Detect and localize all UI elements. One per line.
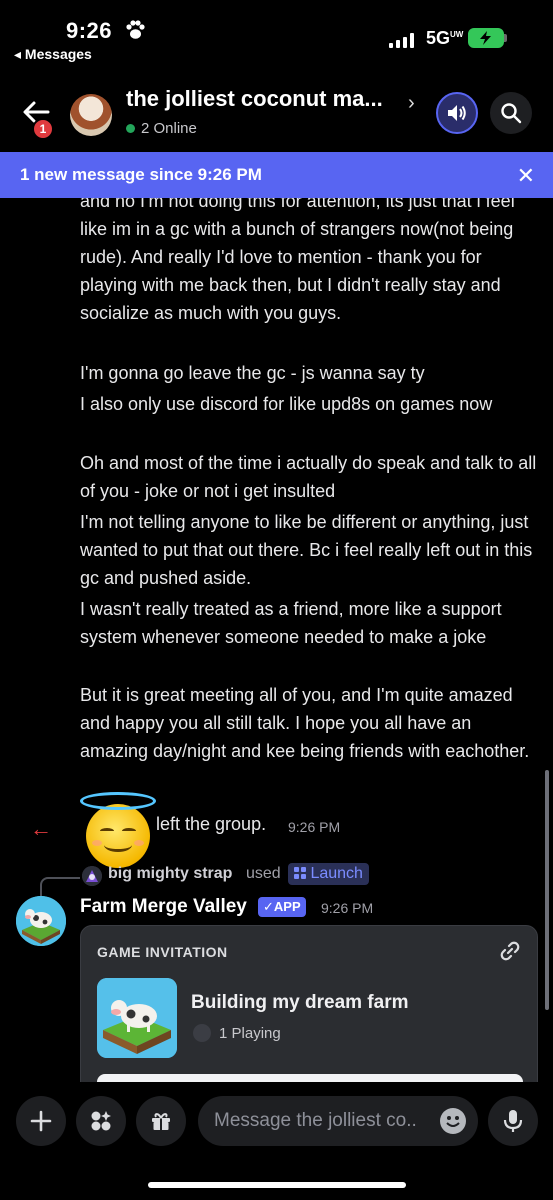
plus-button[interactable] <box>16 1096 66 1146</box>
network-label: 5GUW <box>426 28 464 48</box>
channel-header: 1 the jolliest coconut ma... › 2 Online <box>0 80 553 144</box>
apps-icon <box>91 1111 111 1131</box>
halo-emoji-icon <box>78 792 158 870</box>
paw-icon <box>124 20 146 45</box>
new-message-banner[interactable]: 1 new message since 9:26 PM ✕ <box>0 152 553 198</box>
system-message: left the group. <box>156 814 267 834</box>
voice-call-button[interactable] <box>436 92 478 134</box>
message-text: and no I'm not doing this for attention,… <box>80 198 515 323</box>
search-button[interactable] <box>490 92 532 134</box>
gift-button[interactable] <box>136 1096 186 1146</box>
search-icon <box>501 103 522 124</box>
signal-icon <box>389 32 414 48</box>
apps-button[interactable] <box>76 1096 126 1146</box>
launch-command-label[interactable]: Launch <box>310 865 363 882</box>
game-title: Building my dream farm <box>191 992 409 1013</box>
message-list[interactable]: and no I'm not doing this for attention,… <box>0 198 553 1082</box>
status-bar: 9:26 ◂ Messages 5GUW <box>0 0 553 72</box>
game-thumbnail[interactable] <box>97 978 177 1058</box>
gift-icon <box>152 1113 170 1130</box>
new-message-text[interactable]: 1 new message since 9:26 PM <box>20 165 262 185</box>
bot-avatar[interactable] <box>16 896 66 946</box>
player-avatar <box>193 1024 211 1042</box>
message-timestamp: 9:26 PM <box>321 900 374 916</box>
message-text: I'm not telling anyone to like be differ… <box>80 512 533 588</box>
message-text: I'm gonna go leave the gc - js wanna say… <box>80 363 425 383</box>
join-game-button[interactable] <box>97 1074 523 1082</box>
speaker-icon <box>448 105 466 121</box>
reply-avatar[interactable] <box>82 866 102 886</box>
emoji-icon[interactable] <box>440 1108 466 1134</box>
microphone-icon <box>503 1110 523 1132</box>
message-text: I wasn't really treated as a friend, mor… <box>80 599 502 647</box>
system-timestamp: 9:26 PM <box>288 819 341 835</box>
leave-arrow-icon: ← <box>30 816 52 841</box>
online-dot <box>126 124 135 133</box>
channel-title[interactable]: the jolliest coconut ma... <box>126 86 383 112</box>
unread-badge: 1 <box>32 118 54 140</box>
apps-icon <box>294 867 306 879</box>
plus-icon <box>30 1110 52 1132</box>
voice-message-button[interactable] <box>488 1096 538 1146</box>
bot-username[interactable]: Farm Merge Valley <box>80 896 247 918</box>
battery-icon <box>468 28 504 48</box>
status-time: 9:26 <box>66 18 113 43</box>
launch-command-chip[interactable]: Launch <box>288 863 369 885</box>
home-indicator[interactable] <box>148 1182 406 1188</box>
reply-used-label: used <box>246 865 281 882</box>
battery-cap <box>504 34 507 42</box>
close-icon[interactable]: ✕ <box>517 163 535 189</box>
message-text: I also only use discord for like upd8s o… <box>80 394 493 414</box>
game-invitation-card[interactable]: GAME INVITATION Building my dream farm 1… <box>80 925 538 1082</box>
message-text: But it is great meeting all of you, and … <box>80 685 530 761</box>
group-avatar[interactable] <box>70 94 112 136</box>
online-status: 2 Online <box>126 120 197 137</box>
app-badge: ✓APP <box>258 897 306 917</box>
invitation-header: GAME INVITATION <box>97 944 228 960</box>
back-to-messages-link[interactable]: ◂ Messages <box>14 46 92 63</box>
message-input[interactable]: Message the jolliest co.. <box>198 1096 478 1146</box>
message-input-placeholder[interactable]: Message the jolliest co.. <box>214 1110 417 1132</box>
link-icon[interactable] <box>499 940 521 967</box>
online-count: 2 Online <box>141 120 197 137</box>
reply-username[interactable]: big mighty strap <box>108 865 232 883</box>
chevron-right-icon[interactable]: › <box>408 92 415 115</box>
scrollbar[interactable] <box>545 770 549 1010</box>
playing-count: 1 Playing <box>219 1025 281 1042</box>
message-text: Oh and most of the time i actually do sp… <box>80 453 537 501</box>
